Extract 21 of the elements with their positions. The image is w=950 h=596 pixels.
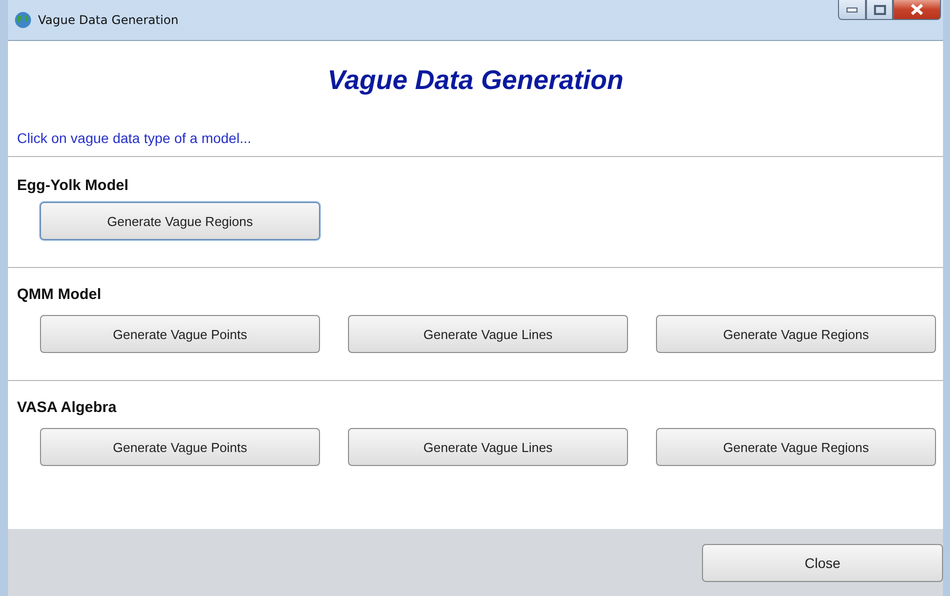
maximize-button[interactable] <box>866 0 893 20</box>
section-title: QMM Model <box>17 286 102 303</box>
generate-button[interactable]: Generate Vague Regions <box>40 202 320 240</box>
generate-button[interactable]: Generate Vague Regions <box>656 428 936 466</box>
globe-icon <box>14 11 32 29</box>
section-title: Egg-Yolk Model <box>17 177 130 194</box>
instruction-text: Click on vague data type of a model... <box>17 130 252 146</box>
dialog-heading: Vague Data Generation <box>326 65 625 96</box>
generate-button[interactable]: Generate Vague Points <box>40 428 320 466</box>
close-icon <box>910 4 924 15</box>
generate-button[interactable]: Generate Vague Lines <box>348 428 628 466</box>
close-button[interactable] <box>893 0 941 20</box>
close-dialog-button[interactable]: Close <box>702 544 943 582</box>
generate-button[interactable]: Generate Vague Regions <box>656 315 936 353</box>
maximize-icon <box>874 4 886 14</box>
minimize-button[interactable] <box>838 0 866 20</box>
window-title: Vague Data Generation <box>38 13 178 27</box>
generate-button[interactable]: Generate Vague Points <box>40 315 320 353</box>
minimize-icon <box>846 6 858 12</box>
generate-button[interactable]: Generate Vague Lines <box>348 315 628 353</box>
section-title: VASA Algebra <box>17 399 118 416</box>
